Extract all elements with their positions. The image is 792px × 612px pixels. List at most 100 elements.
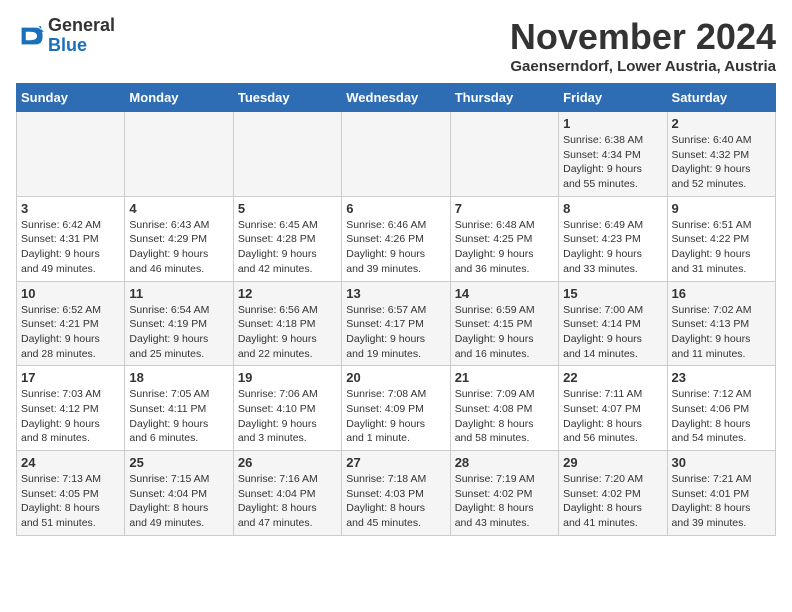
day-info: Sunrise: 7:05 AM Sunset: 4:11 PM Dayligh…: [129, 387, 228, 446]
day-info: Sunrise: 6:48 AM Sunset: 4:25 PM Dayligh…: [455, 218, 554, 277]
calendar-week-row: 24Sunrise: 7:13 AM Sunset: 4:05 PM Dayli…: [17, 451, 776, 536]
day-number: 27: [346, 455, 445, 470]
calendar-cell: 6 Sunrise: 6:46 AM Sunset: 4:26 PM Daylig…: [342, 196, 450, 281]
day-number: 16: [672, 286, 771, 301]
calendar-cell: 14 Sunrise: 6:59 AM Sunset: 4:15 PM Dayli…: [450, 281, 558, 366]
logo-icon: [16, 22, 44, 50]
calendar-cell: 1Sunrise: 6:38 AM Sunset: 4:34 PM Daylig…: [559, 112, 667, 197]
day-info: Sunrise: 6:42 AM Sunset: 4:31 PM Dayligh…: [21, 218, 120, 277]
calendar-cell: 23 Sunrise: 7:12 AM Sunset: 4:06 PM Dayli…: [667, 366, 775, 451]
day-number: 14: [455, 286, 554, 301]
day-info: Sunrise: 7:00 AM Sunset: 4:14 PM Dayligh…: [563, 303, 662, 362]
calendar-cell: 28 Sunrise: 7:19 AM Sunset: 4:02 PM Dayli…: [450, 451, 558, 536]
calendar-cell: 29 Sunrise: 7:20 AM Sunset: 4:02 PM Dayli…: [559, 451, 667, 536]
calendar-week-row: 17 Sunrise: 7:03 AM Sunset: 4:12 PM Dayli…: [17, 366, 776, 451]
calendar-cell: [17, 112, 125, 197]
calendar-cell: 25Sunrise: 7:15 AM Sunset: 4:04 PM Dayli…: [125, 451, 233, 536]
day-info: Sunrise: 6:38 AM Sunset: 4:34 PM Dayligh…: [563, 133, 662, 192]
day-number: 28: [455, 455, 554, 470]
calendar-cell: 24Sunrise: 7:13 AM Sunset: 4:05 PM Dayli…: [17, 451, 125, 536]
day-number: 29: [563, 455, 662, 470]
day-info: Sunrise: 6:40 AM Sunset: 4:32 PM Dayligh…: [672, 133, 771, 192]
day-number: 17: [21, 370, 120, 385]
calendar-cell: 11Sunrise: 6:54 AM Sunset: 4:19 PM Dayli…: [125, 281, 233, 366]
weekday-header-tuesday: Tuesday: [233, 84, 341, 112]
calendar-cell: 20Sunrise: 7:08 AM Sunset: 4:09 PM Dayli…: [342, 366, 450, 451]
calendar-cell: 19 Sunrise: 7:06 AM Sunset: 4:10 PM Dayli…: [233, 366, 341, 451]
calendar-week-row: 10 Sunrise: 6:52 AM Sunset: 4:21 PM Dayli…: [17, 281, 776, 366]
calendar-cell: 13 Sunrise: 6:57 AM Sunset: 4:17 PM Dayli…: [342, 281, 450, 366]
day-info: Sunrise: 7:02 AM Sunset: 4:13 PM Dayligh…: [672, 303, 771, 362]
day-info: Sunrise: 7:20 AM Sunset: 4:02 PM Dayligh…: [563, 472, 662, 531]
calendar-cell: 17 Sunrise: 7:03 AM Sunset: 4:12 PM Dayli…: [17, 366, 125, 451]
calendar-cell: 8Sunrise: 6:49 AM Sunset: 4:23 PM Daylig…: [559, 196, 667, 281]
calendar-cell: [450, 112, 558, 197]
day-info: Sunrise: 7:19 AM Sunset: 4:02 PM Dayligh…: [455, 472, 554, 531]
calendar-cell: 16 Sunrise: 7:02 AM Sunset: 4:13 PM Dayli…: [667, 281, 775, 366]
calendar-cell: 18 Sunrise: 7:05 AM Sunset: 4:11 PM Dayli…: [125, 366, 233, 451]
location-subtitle: Gaenserndorf, Lower Austria, Austria: [510, 58, 776, 75]
day-number: 10: [21, 286, 120, 301]
day-info: Sunrise: 7:13 AM Sunset: 4:05 PM Dayligh…: [21, 472, 120, 531]
page-header: General Blue November 2024 Gaenserndorf,…: [16, 16, 776, 75]
calendar-cell: [125, 112, 233, 197]
logo-text: General Blue: [48, 16, 115, 56]
day-number: 12: [238, 286, 337, 301]
day-info: Sunrise: 7:16 AM Sunset: 4:04 PM Dayligh…: [238, 472, 337, 531]
calendar-week-row: 1Sunrise: 6:38 AM Sunset: 4:34 PM Daylig…: [17, 112, 776, 197]
day-number: 23: [672, 370, 771, 385]
calendar-cell: [342, 112, 450, 197]
day-number: 5: [238, 201, 337, 216]
day-number: 21: [455, 370, 554, 385]
day-number: 15: [563, 286, 662, 301]
day-info: Sunrise: 6:56 AM Sunset: 4:18 PM Dayligh…: [238, 303, 337, 362]
day-number: 13: [346, 286, 445, 301]
calendar-cell: 7 Sunrise: 6:48 AM Sunset: 4:25 PM Daylig…: [450, 196, 558, 281]
calendar-cell: 12 Sunrise: 6:56 AM Sunset: 4:18 PM Dayli…: [233, 281, 341, 366]
day-number: 9: [672, 201, 771, 216]
day-number: 30: [672, 455, 771, 470]
day-number: 18: [129, 370, 228, 385]
weekday-header-sunday: Sunday: [17, 84, 125, 112]
calendar-cell: 4 Sunrise: 6:43 AM Sunset: 4:29 PM Daylig…: [125, 196, 233, 281]
day-info: Sunrise: 7:03 AM Sunset: 4:12 PM Dayligh…: [21, 387, 120, 446]
day-info: Sunrise: 7:08 AM Sunset: 4:09 PM Dayligh…: [346, 387, 445, 446]
day-info: Sunrise: 6:49 AM Sunset: 4:23 PM Dayligh…: [563, 218, 662, 277]
weekday-header-monday: Monday: [125, 84, 233, 112]
calendar-cell: 9 Sunrise: 6:51 AM Sunset: 4:22 PM Daylig…: [667, 196, 775, 281]
day-info: Sunrise: 7:18 AM Sunset: 4:03 PM Dayligh…: [346, 472, 445, 531]
day-number: 26: [238, 455, 337, 470]
day-number: 3: [21, 201, 120, 216]
calendar-cell: 15 Sunrise: 7:00 AM Sunset: 4:14 PM Dayli…: [559, 281, 667, 366]
day-number: 6: [346, 201, 445, 216]
day-number: 7: [455, 201, 554, 216]
calendar-table: SundayMondayTuesdayWednesdayThursdayFrid…: [16, 83, 776, 536]
day-info: Sunrise: 7:06 AM Sunset: 4:10 PM Dayligh…: [238, 387, 337, 446]
weekday-header-thursday: Thursday: [450, 84, 558, 112]
title-section: November 2024 Gaenserndorf, Lower Austri…: [510, 16, 776, 75]
day-info: Sunrise: 6:51 AM Sunset: 4:22 PM Dayligh…: [672, 218, 771, 277]
calendar-cell: 5 Sunrise: 6:45 AM Sunset: 4:28 PM Daylig…: [233, 196, 341, 281]
day-info: Sunrise: 6:43 AM Sunset: 4:29 PM Dayligh…: [129, 218, 228, 277]
calendar-week-row: 3 Sunrise: 6:42 AM Sunset: 4:31 PM Daylig…: [17, 196, 776, 281]
day-info: Sunrise: 7:11 AM Sunset: 4:07 PM Dayligh…: [563, 387, 662, 446]
weekday-header-friday: Friday: [559, 84, 667, 112]
day-info: Sunrise: 6:46 AM Sunset: 4:26 PM Dayligh…: [346, 218, 445, 277]
day-number: 4: [129, 201, 228, 216]
weekday-header-saturday: Saturday: [667, 84, 775, 112]
calendar-cell: 26 Sunrise: 7:16 AM Sunset: 4:04 PM Dayli…: [233, 451, 341, 536]
calendar-cell: 3 Sunrise: 6:42 AM Sunset: 4:31 PM Daylig…: [17, 196, 125, 281]
day-info: Sunrise: 7:12 AM Sunset: 4:06 PM Dayligh…: [672, 387, 771, 446]
calendar-cell: 10 Sunrise: 6:52 AM Sunset: 4:21 PM Dayli…: [17, 281, 125, 366]
day-info: Sunrise: 6:52 AM Sunset: 4:21 PM Dayligh…: [21, 303, 120, 362]
day-number: 22: [563, 370, 662, 385]
day-info: Sunrise: 7:15 AM Sunset: 4:04 PM Dayligh…: [129, 472, 228, 531]
logo: General Blue: [16, 16, 115, 56]
calendar-cell: 2Sunrise: 6:40 AM Sunset: 4:32 PM Daylig…: [667, 112, 775, 197]
day-info: Sunrise: 6:59 AM Sunset: 4:15 PM Dayligh…: [455, 303, 554, 362]
day-number: 19: [238, 370, 337, 385]
calendar-cell: 30Sunrise: 7:21 AM Sunset: 4:01 PM Dayli…: [667, 451, 775, 536]
weekday-header-wednesday: Wednesday: [342, 84, 450, 112]
day-info: Sunrise: 6:45 AM Sunset: 4:28 PM Dayligh…: [238, 218, 337, 277]
day-info: Sunrise: 6:57 AM Sunset: 4:17 PM Dayligh…: [346, 303, 445, 362]
